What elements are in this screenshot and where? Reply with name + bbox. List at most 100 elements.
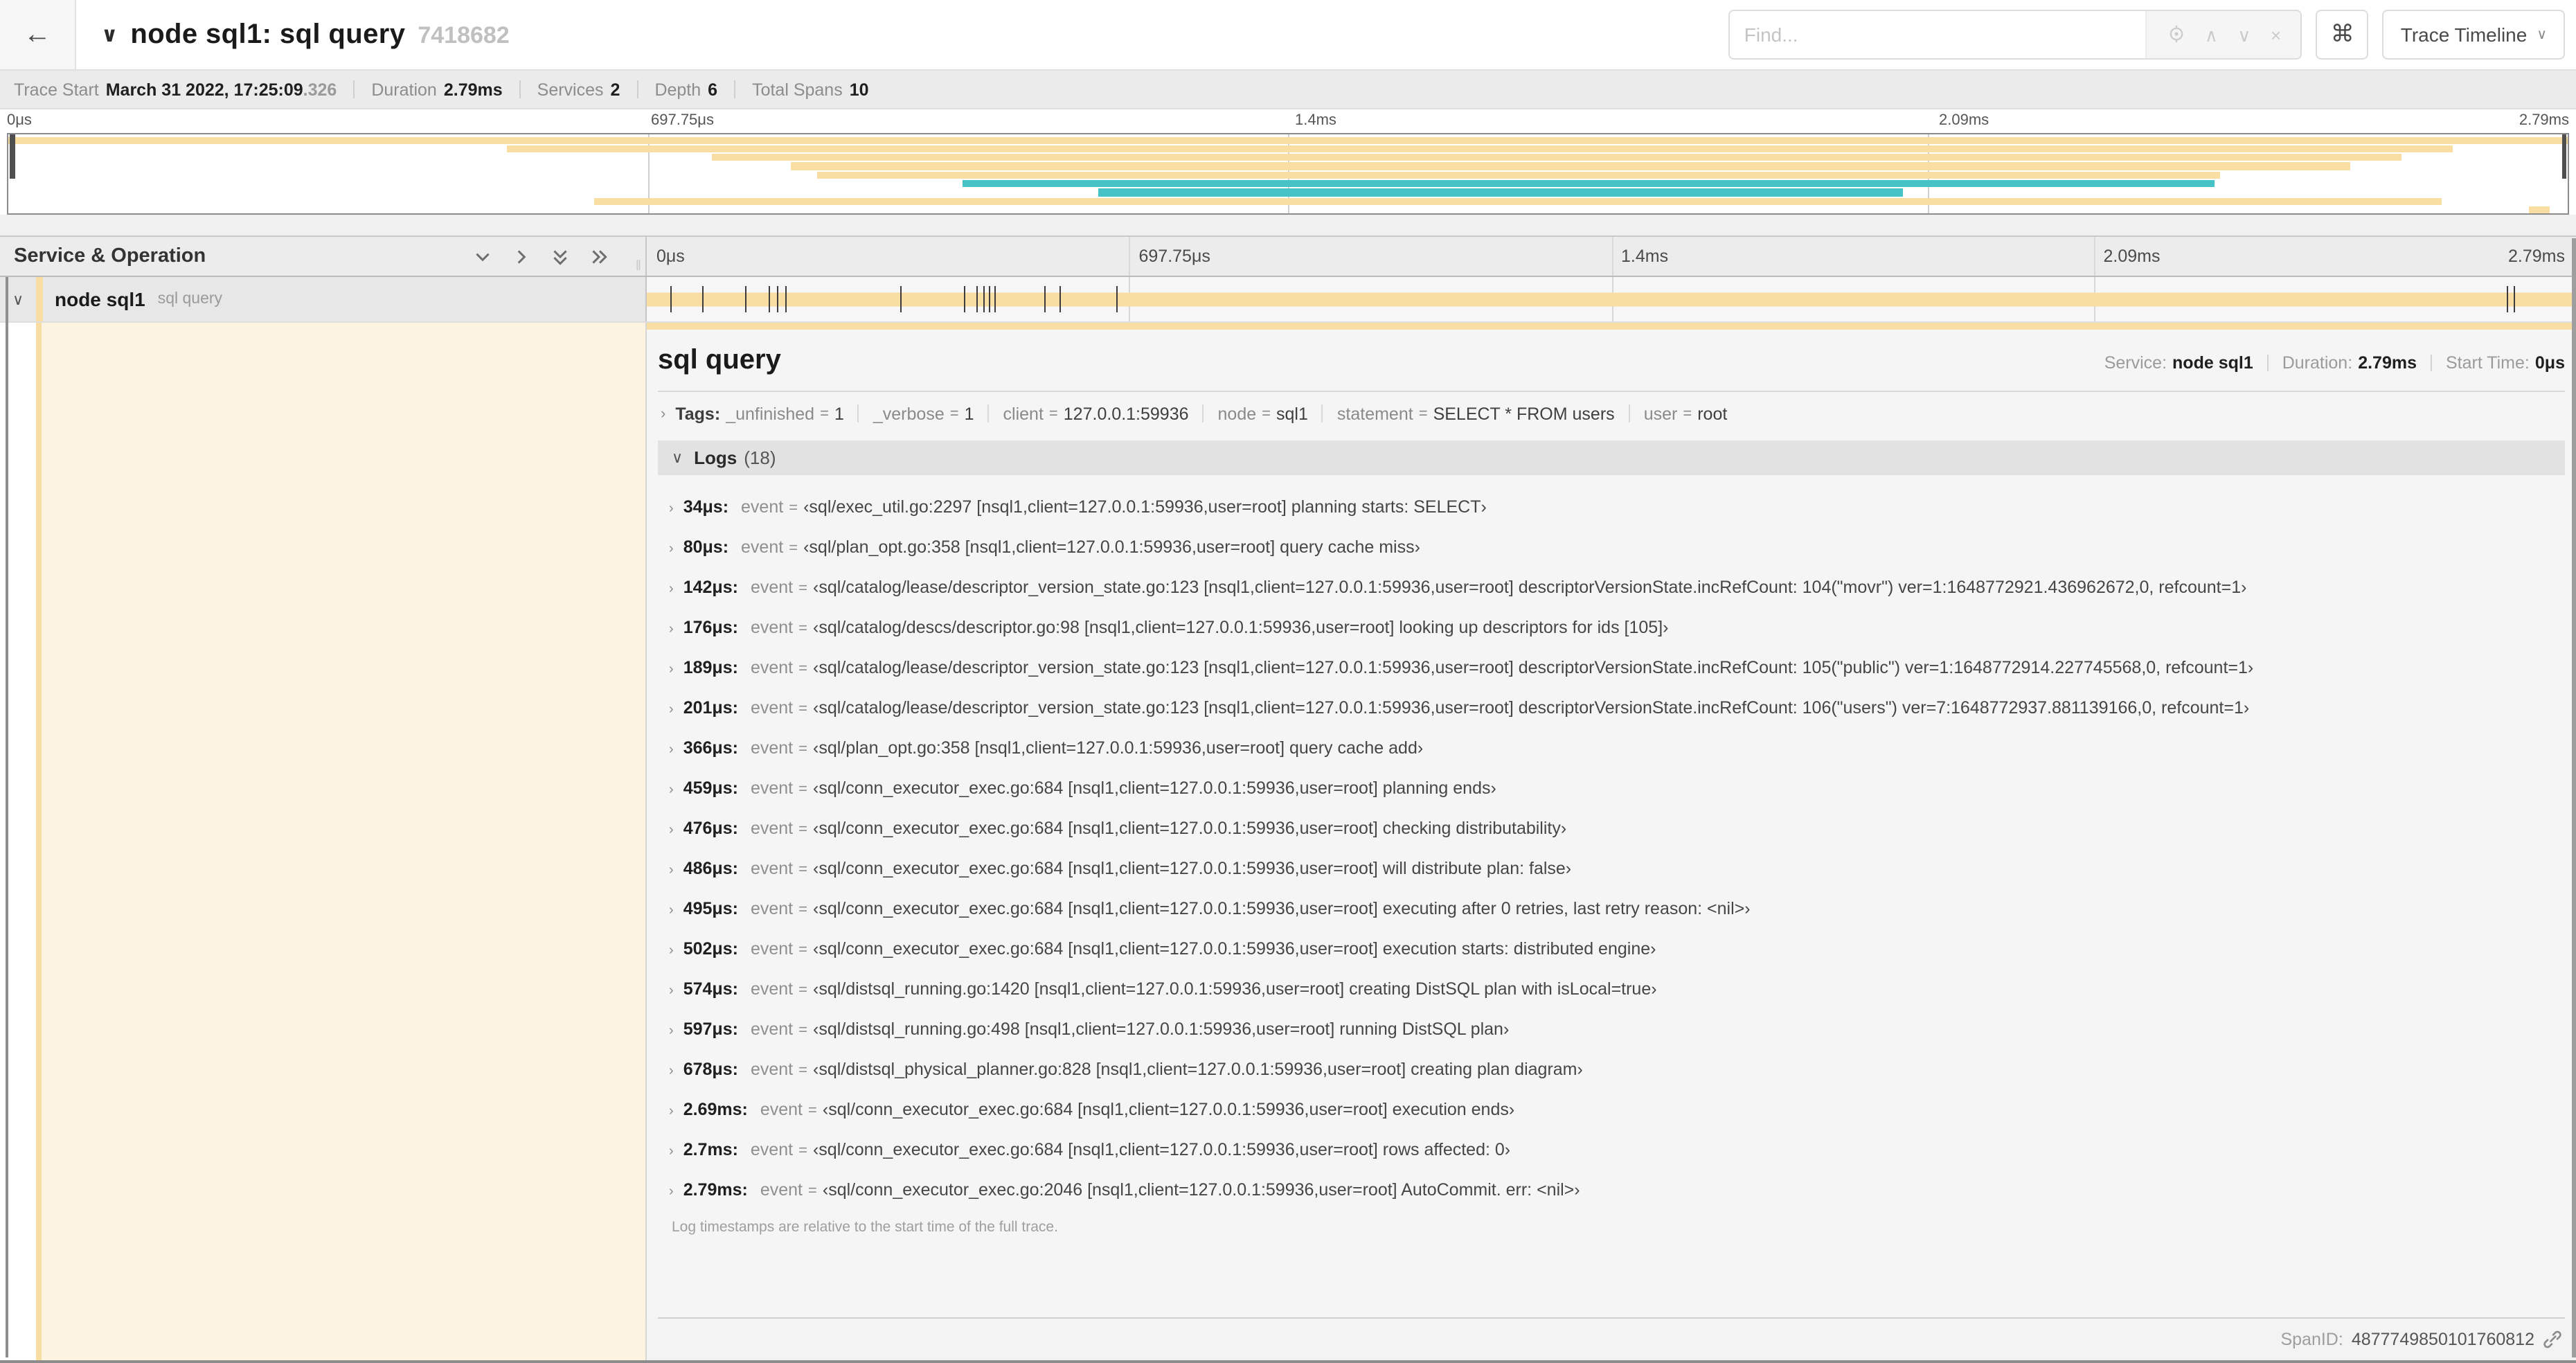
log-expand-icon[interactable]: › — [669, 1024, 674, 1039]
column-resize-grip[interactable]: ‖ — [636, 259, 643, 274]
log-expand-icon[interactable]: › — [669, 783, 674, 798]
trace-view-selector-button[interactable]: Trace Timeline ∨ — [2382, 10, 2565, 60]
log-field-key: event — [750, 738, 794, 758]
log-expand-icon[interactable]: › — [669, 622, 674, 637]
keyboard-shortcuts-button[interactable]: ⌘ — [2316, 10, 2369, 60]
log-expand-icon[interactable]: › — [669, 702, 674, 718]
log-entry[interactable]: › 34μs: event = ‹sql/exec_util.go:2297 [… — [666, 487, 2562, 527]
log-expand-icon[interactable]: › — [669, 1064, 674, 1079]
find-clear-icon[interactable]: × — [2271, 26, 2281, 44]
expand-all-icon[interactable] — [589, 246, 609, 267]
log-marker-tick[interactable] — [989, 286, 991, 312]
deep-link-icon[interactable] — [2543, 1330, 2562, 1349]
span-row[interactable]: ∨ node sql1 sql query — [0, 277, 2576, 323]
log-entry[interactable]: › 2.69ms: event = ‹sql/conn_executor_exe… — [666, 1089, 2562, 1130]
minimap-span-bar — [507, 145, 2453, 153]
log-equals: = — [798, 1062, 807, 1079]
log-entry[interactable]: › 486μs: event = ‹sql/conn_executor_exec… — [666, 848, 2562, 889]
log-marker-tick[interactable] — [670, 286, 672, 312]
log-marker-tick[interactable] — [785, 286, 787, 312]
collapse-one-icon[interactable] — [472, 246, 493, 267]
log-marker-tick[interactable] — [976, 286, 978, 312]
log-marker-tick[interactable] — [983, 286, 985, 312]
timeline-ruler: 0μs 697.75μs 1.4ms 2.09ms 2.79ms — [647, 237, 2576, 276]
find-prev-icon[interactable]: ∧ — [2205, 26, 2218, 44]
minimap-left-scrub-handle[interactable] — [10, 134, 15, 179]
span-track[interactable] — [647, 277, 2576, 321]
log-marker-tick[interactable] — [1059, 286, 1062, 312]
log-marker-tick[interactable] — [768, 286, 770, 312]
log-entry[interactable]: › 176μs: event = ‹sql/catalog/descs/desc… — [666, 607, 2562, 648]
span-duration-bar[interactable] — [647, 292, 2576, 306]
minimap-canvas[interactable] — [7, 133, 2569, 215]
logs-header[interactable]: ∨ Logs (18) — [658, 440, 2565, 474]
vertical-scrollbar[interactable] — [2571, 238, 2576, 1357]
locate-icon[interactable] — [2167, 24, 2185, 45]
collapse-trace-icon[interactable]: ∨ — [101, 22, 118, 47]
operation-name: sql query — [157, 291, 223, 308]
log-marker-tick[interactable] — [1044, 286, 1046, 312]
log-entry[interactable]: › 574μs: event = ‹sql/distsql_running.go… — [666, 969, 2562, 1009]
log-entry[interactable]: › 678μs: event = ‹sql/distsql_physical_p… — [666, 1049, 2562, 1089]
log-field-key: event — [741, 537, 784, 557]
log-entry[interactable]: › 201μs: event = ‹sql/catalog/lease/desc… — [666, 688, 2562, 728]
minimap-right-scrub-handle[interactable] — [2561, 134, 2566, 179]
tag-equals: = — [1262, 405, 1271, 422]
log-equals: = — [789, 500, 798, 517]
log-expand-icon[interactable]: › — [669, 1184, 674, 1200]
log-expand-icon[interactable]: › — [669, 983, 674, 999]
logs-collapse-icon[interactable]: ∨ — [672, 448, 683, 466]
trace-title-group: ∨ node sql1: sql query 7418682 — [101, 19, 510, 51]
log-entry[interactable]: › 502μs: event = ‹sql/conn_executor_exec… — [666, 929, 2562, 969]
log-marker-tick[interactable] — [1116, 286, 1117, 312]
log-field-key: event — [750, 578, 794, 597]
log-expand-icon[interactable]: › — [669, 501, 674, 517]
collapse-all-icon[interactable] — [550, 246, 571, 267]
log-field-value: ‹sql/distsql_physical_planner.go:828 [ns… — [813, 1060, 1583, 1079]
log-marker-tick[interactable] — [2514, 286, 2516, 312]
log-marker-tick[interactable] — [777, 286, 779, 312]
log-entry[interactable]: › 366μs: event = ‹sql/plan_opt.go:358 [n… — [666, 728, 2562, 768]
log-entry[interactable]: › 2.79ms: event = ‹sql/conn_executor_exe… — [666, 1170, 2562, 1210]
log-expand-icon[interactable]: › — [669, 863, 674, 878]
log-entry[interactable]: › 476μs: event = ‹sql/conn_executor_exec… — [666, 808, 2562, 848]
log-expand-icon[interactable]: › — [669, 1144, 674, 1159]
log-expand-icon[interactable]: › — [669, 943, 674, 959]
log-equals: = — [798, 1022, 807, 1039]
log-field-key: event — [750, 939, 794, 959]
tags-row[interactable]: › Tags: _unfinished = 1 _verbose = 1 cli… — [647, 391, 2576, 429]
log-expand-icon[interactable]: › — [669, 903, 674, 918]
log-marker-tick[interactable] — [994, 286, 996, 312]
log-marker-tick[interactable] — [701, 286, 704, 312]
span-row-name-cell[interactable]: ∨ node sql1 sql query — [0, 277, 647, 321]
log-entry[interactable]: › 2.7ms: event = ‹sql/conn_executor_exec… — [666, 1130, 2562, 1170]
back-button[interactable]: ← — [0, 0, 76, 69]
log-marker-tick[interactable] — [2507, 286, 2509, 312]
log-field-key: event — [750, 618, 794, 637]
log-equals: = — [798, 821, 807, 838]
log-marker-tick[interactable] — [900, 286, 902, 312]
log-entry[interactable]: › 80μs: event = ‹sql/plan_opt.go:358 [ns… — [666, 527, 2562, 567]
log-entry[interactable]: › 189μs: event = ‹sql/catalog/lease/desc… — [666, 648, 2562, 688]
find-next-icon[interactable]: ∨ — [2237, 26, 2251, 44]
summary-label: Trace Start — [14, 80, 99, 99]
log-expand-icon[interactable]: › — [669, 542, 674, 557]
log-entry[interactable]: › 142μs: event = ‹sql/catalog/lease/desc… — [666, 567, 2562, 607]
tags-expand-icon[interactable]: › — [661, 405, 665, 422]
log-marker-tick[interactable] — [964, 286, 966, 312]
expand-one-icon[interactable] — [511, 246, 532, 267]
minimap-span-bar — [963, 180, 2215, 188]
log-expand-icon[interactable]: › — [669, 582, 674, 597]
log-expand-icon[interactable]: › — [669, 1104, 674, 1119]
log-entry[interactable]: › 495μs: event = ‹sql/conn_executor_exec… — [666, 889, 2562, 929]
log-timestamp: 2.79ms: — [683, 1180, 748, 1200]
left-edge-line — [6, 277, 8, 1357]
log-expand-icon[interactable]: › — [669, 662, 674, 677]
log-marker-tick[interactable] — [744, 286, 746, 312]
log-field-key: event — [760, 1180, 803, 1200]
find-input[interactable] — [1730, 11, 2146, 58]
log-expand-icon[interactable]: › — [669, 742, 674, 758]
log-expand-icon[interactable]: › — [669, 823, 674, 838]
log-entry[interactable]: › 597μs: event = ‹sql/distsql_running.go… — [666, 1009, 2562, 1049]
log-entry[interactable]: › 459μs: event = ‹sql/conn_executor_exec… — [666, 768, 2562, 808]
